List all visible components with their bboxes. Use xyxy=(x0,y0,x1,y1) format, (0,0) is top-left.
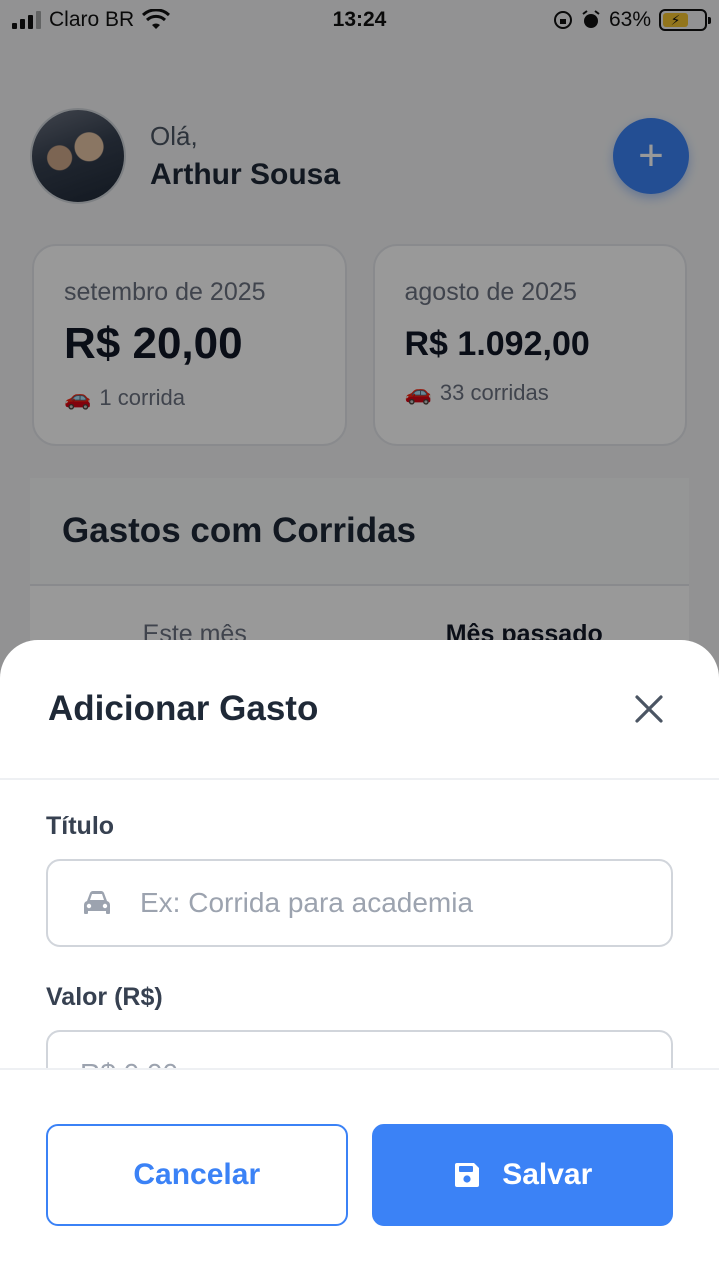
title-field-label: Título xyxy=(46,812,115,840)
title-input[interactable] xyxy=(140,887,639,919)
close-button[interactable] xyxy=(627,687,671,731)
sheet-title: Adicionar Gasto xyxy=(48,689,319,728)
cancel-label: Cancelar xyxy=(133,1158,261,1191)
value-field-label: Valor (R$) xyxy=(46,983,163,1011)
close-icon xyxy=(635,695,663,723)
cancel-button[interactable]: Cancelar xyxy=(46,1124,348,1226)
sheet-footer: Cancelar Salvar xyxy=(0,1068,719,1280)
add-expense-sheet: Adicionar Gasto Título Valor (R$) Cancel… xyxy=(0,640,719,1280)
sheet-header: Adicionar Gasto xyxy=(0,640,719,780)
title-input-box[interactable] xyxy=(46,859,673,947)
save-label: Salvar xyxy=(502,1158,593,1191)
save-icon xyxy=(455,1163,480,1187)
car-icon xyxy=(84,891,110,914)
save-button[interactable]: Salvar xyxy=(371,1124,673,1226)
